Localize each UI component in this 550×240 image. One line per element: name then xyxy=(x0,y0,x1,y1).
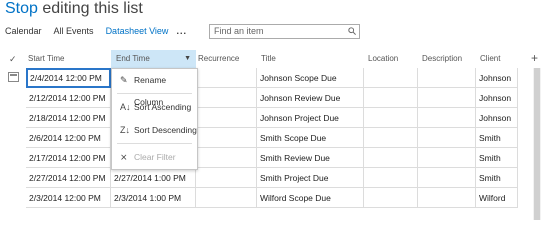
more-views-button[interactable]: ... xyxy=(176,26,187,36)
pencil-icon: ✎ xyxy=(120,75,128,85)
column-header-row: ✓ Start Time End Time ▼ Recurrence Title… xyxy=(0,50,550,68)
cell-description[interactable] xyxy=(418,168,476,188)
sort-ascending-icon: A↓ xyxy=(120,102,131,112)
row-edit-icon[interactable] xyxy=(8,72,19,82)
cell-start-time[interactable]: 2/6/2014 12:00 PM xyxy=(26,128,111,148)
view-selector: Calendar All Events Datasheet View ... xyxy=(5,26,199,36)
add-column-button[interactable]: + xyxy=(531,51,538,65)
cell-title[interactable]: Johnson Scope Due xyxy=(257,68,364,88)
column-header-client[interactable]: Client xyxy=(480,50,500,68)
sort-descending-icon: Z↓ xyxy=(120,125,130,135)
cell-description[interactable] xyxy=(418,188,476,208)
cell-start-time[interactable]: 2/17/2014 12:00 PM xyxy=(26,148,111,168)
cell-description[interactable] xyxy=(418,68,476,88)
cell-title[interactable]: Johnson Review Due xyxy=(257,88,364,108)
cell-recurrence[interactable] xyxy=(196,188,257,208)
cell-description[interactable] xyxy=(418,108,476,128)
cell-client[interactable]: Wilford xyxy=(476,188,518,208)
search-input[interactable]: Find an item xyxy=(209,24,360,39)
cell-location[interactable] xyxy=(364,128,418,148)
menu-item-sort-descending[interactable]: Z↓ Sort Descending xyxy=(112,119,197,141)
menu-label: Clear Filter xyxy=(134,152,176,162)
menu-label: Sort Ascending xyxy=(134,102,192,112)
cell-recurrence[interactable] xyxy=(196,68,257,88)
cell-title[interactable]: Smith Scope Due xyxy=(257,128,364,148)
column-header-recurrence[interactable]: Recurrence xyxy=(198,50,239,68)
cell-location[interactable] xyxy=(364,188,418,208)
cell-description[interactable] xyxy=(418,148,476,168)
cell-title[interactable]: Wilford Scope Due xyxy=(257,188,364,208)
cell-client[interactable]: Smith xyxy=(476,148,518,168)
cell-start-time[interactable]: 2/27/2014 12:00 PM xyxy=(26,168,111,188)
view-all-events[interactable]: All Events xyxy=(54,26,94,36)
cell-client[interactable]: Johnson xyxy=(476,68,518,88)
menu-item-rename-column[interactable]: ✎ Rename Column xyxy=(112,69,197,107)
cell-start-time[interactable]: 2/4/2014 12:00 PM xyxy=(26,68,111,88)
cell-title[interactable]: Smith Review Due xyxy=(257,148,364,168)
menu-item-clear-filter: ⨯ Clear Filter xyxy=(112,146,197,168)
cell-title[interactable]: Johnson Project Due xyxy=(257,108,364,128)
menu-divider xyxy=(117,93,192,94)
select-all-checkmark[interactable]: ✓ xyxy=(9,50,17,68)
view-datasheet[interactable]: Datasheet View xyxy=(106,26,169,36)
column-header-title[interactable]: Title xyxy=(261,50,276,68)
column-header-description[interactable]: Description xyxy=(422,50,462,68)
cell-location[interactable] xyxy=(364,68,418,88)
cell-start-time[interactable]: 2/18/2014 12:00 PM xyxy=(26,108,111,128)
cell-start-time[interactable]: 2/12/2014 12:00 PM xyxy=(26,88,111,108)
cell-start-time[interactable]: 2/3/2014 12:00 PM xyxy=(26,188,111,208)
view-calendar[interactable]: Calendar xyxy=(5,26,42,36)
cell-client[interactable]: Smith xyxy=(476,128,518,148)
cell-client[interactable]: Smith xyxy=(476,168,518,188)
vertical-scrollbar[interactable] xyxy=(533,68,541,220)
cell-location[interactable] xyxy=(364,108,418,128)
column-header-end-time[interactable]: End Time ▼ xyxy=(111,50,196,68)
column-header-location[interactable]: Location xyxy=(368,50,398,68)
cell-end-time[interactable]: 2/27/2014 1:00 PM xyxy=(111,168,196,188)
cell-description[interactable] xyxy=(418,88,476,108)
cell-client[interactable]: Johnson xyxy=(476,88,518,108)
menu-label: Sort Descending xyxy=(134,125,197,135)
cell-recurrence[interactable] xyxy=(196,88,257,108)
cell-recurrence[interactable] xyxy=(196,168,257,188)
cell-end-time[interactable]: 2/3/2014 1:00 PM xyxy=(111,188,196,208)
menu-item-sort-ascending[interactable]: A↓ Sort Ascending xyxy=(112,96,197,118)
search-icon[interactable] xyxy=(348,27,356,35)
filter-icon: ⨯ xyxy=(120,152,128,162)
column-dropdown-menu: ✎ Rename Column A↓ Sort Ascending Z↓ Sor… xyxy=(111,68,198,170)
cell-recurrence[interactable] xyxy=(196,148,257,168)
chevron-down-icon[interactable]: ▼ xyxy=(184,50,191,68)
title-rest: editing this list xyxy=(37,0,143,17)
search-placeholder: Find an item xyxy=(214,26,264,36)
column-header-start-time[interactable]: Start Time xyxy=(28,50,64,68)
cell-recurrence[interactable] xyxy=(196,108,257,128)
cell-client[interactable]: Johnson xyxy=(476,108,518,128)
cell-title[interactable]: Smith Project Due xyxy=(257,168,364,188)
page-title: Stop editing this list xyxy=(5,0,143,18)
menu-divider xyxy=(117,143,192,144)
cell-recurrence[interactable] xyxy=(196,128,257,148)
cell-description[interactable] xyxy=(418,128,476,148)
column-header-end-time-label: End Time xyxy=(116,54,150,63)
cell-location[interactable] xyxy=(364,148,418,168)
cell-location[interactable] xyxy=(364,88,418,108)
cell-location[interactable] xyxy=(364,168,418,188)
stop-editing-link[interactable]: Stop xyxy=(5,0,38,17)
